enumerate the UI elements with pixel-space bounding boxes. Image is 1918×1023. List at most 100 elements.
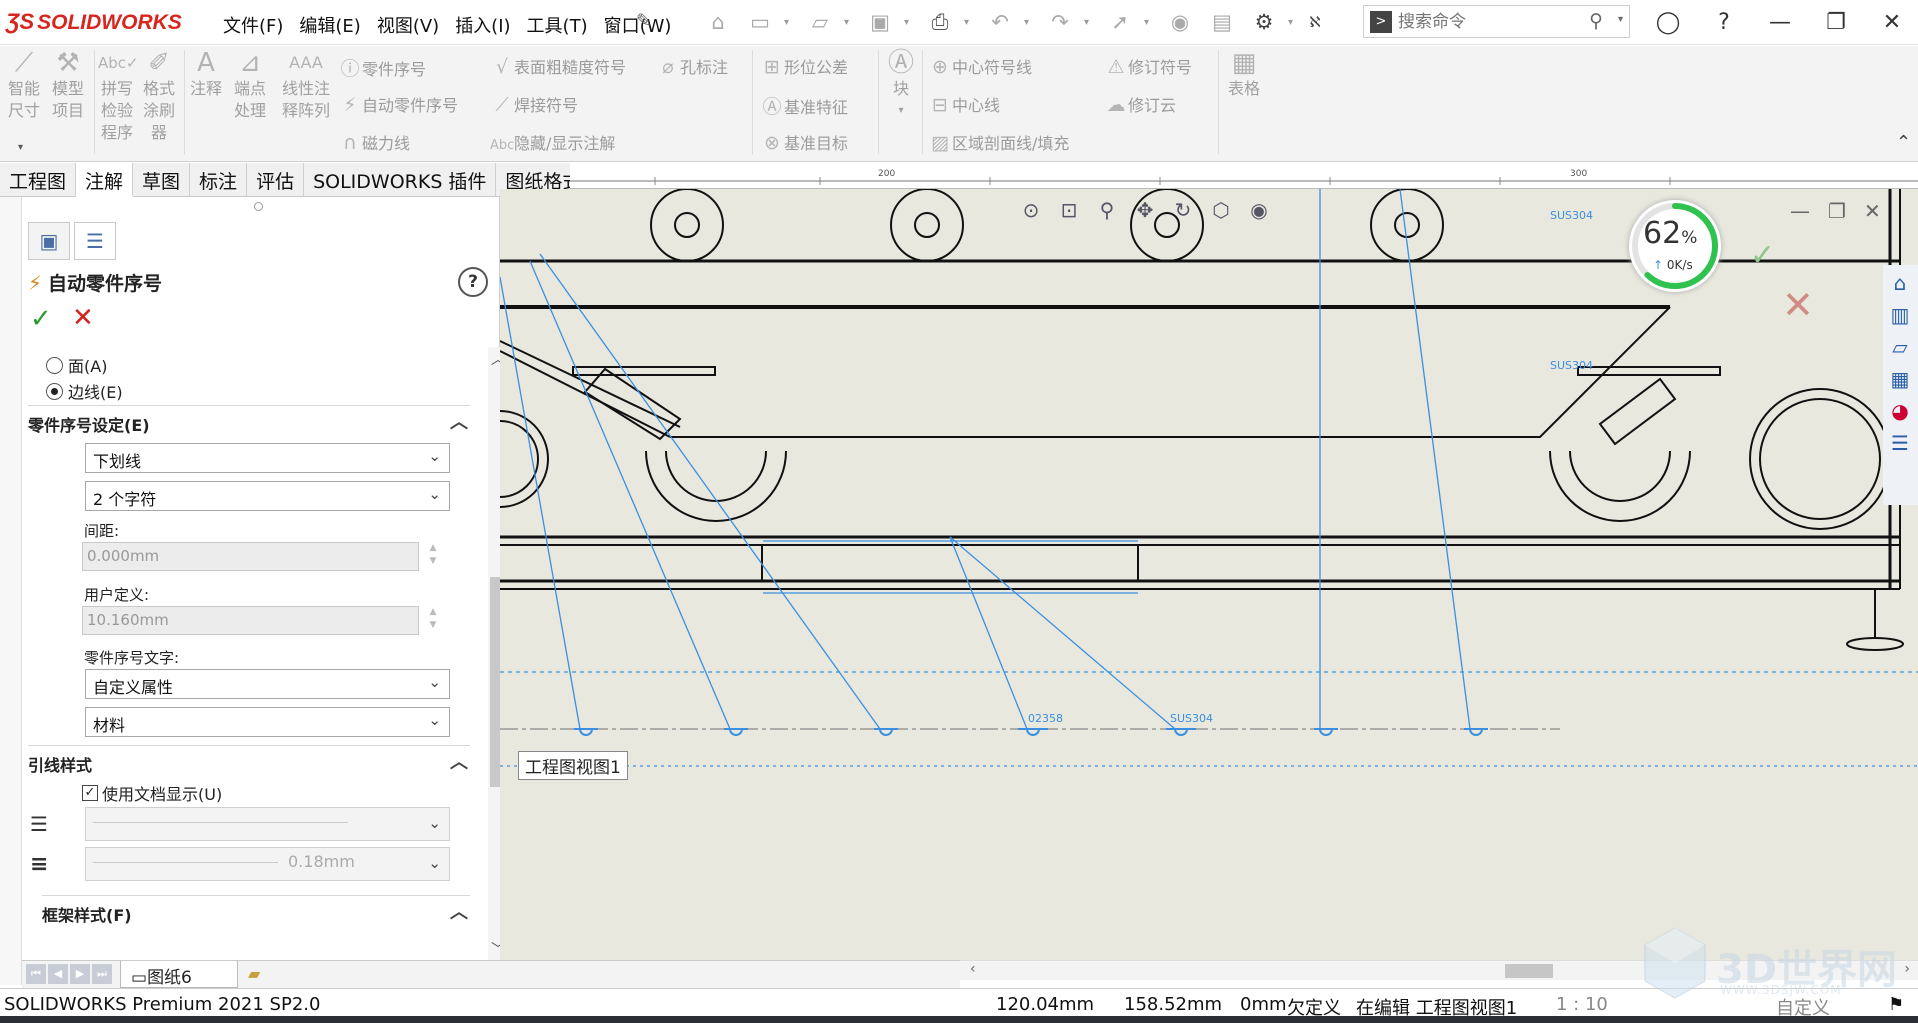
balloon-sus304-mid[interactable]: SUS304: [1550, 359, 1593, 372]
pan-icon[interactable]: ✥: [1129, 195, 1161, 225]
hide-show-annotations-button[interactable]: Abc隐藏/显示注解: [490, 130, 615, 154]
save-icon[interactable]: ▣: [862, 7, 898, 37]
tab-sketch[interactable]: 草图: [133, 163, 191, 197]
revision-cloud-button[interactable]: ☁ 修订云: [1104, 92, 1177, 116]
minimize-button[interactable]: —: [1752, 4, 1808, 40]
network-speed-widget[interactable]: 62% ↑ 0K/s: [1629, 200, 1721, 292]
revision-symbol-button[interactable]: ⚠ 修订符号: [1104, 54, 1192, 78]
search-dropdown-icon[interactable]: ▾: [1618, 14, 1623, 25]
drawing-view-graphics[interactable]: 02358 SUS304 SUS304 SUS304: [500, 189, 1918, 960]
linear-note-pattern-button[interactable]: AAA 线性注 释阵列: [276, 48, 336, 122]
menu-insert[interactable]: 插入(I): [447, 10, 518, 40]
spacing-spinner[interactable]: ▲ ▼: [422, 542, 444, 571]
redo-dropdown-icon[interactable]: ▾: [1084, 17, 1096, 28]
options-gear-icon[interactable]: ⚙: [1246, 7, 1282, 37]
collapse-chevron-icon[interactable]: ︿: [450, 898, 468, 924]
undo-icon[interactable]: ↶: [982, 7, 1018, 37]
user-defined-input[interactable]: 10.160mm: [82, 606, 419, 635]
view-palette-icon[interactable]: ▦: [1885, 363, 1915, 393]
radio-face[interactable]: 面(A): [46, 353, 107, 377]
tab-markup[interactable]: 标注: [190, 163, 248, 197]
balloon-02358[interactable]: 02358: [1028, 712, 1063, 725]
line-weight-select[interactable]: 0.18mm ⌄: [85, 847, 450, 881]
menu-edit[interactable]: 编辑(E): [291, 10, 368, 40]
file-properties-icon[interactable]: ▤: [1204, 7, 1240, 37]
open-icon[interactable]: ▱: [802, 7, 838, 37]
home-icon[interactable]: ⌂: [700, 7, 736, 37]
block-button[interactable]: Ⓐ 块 ▾: [884, 48, 918, 122]
property-manager-tab[interactable]: ☰: [74, 222, 116, 260]
print-icon[interactable]: ⎙: [922, 7, 958, 37]
search-icon[interactable]: ⚲: [1589, 10, 1603, 32]
confirm-corner-ok-icon[interactable]: ✓: [1750, 238, 1775, 273]
last-sheet-icon[interactable]: ⏭: [92, 964, 112, 984]
sheet-tab[interactable]: ▭图纸6: [120, 961, 238, 988]
balloon-button[interactable]: ⓘ 零件序号: [338, 54, 426, 81]
prev-sheet-icon[interactable]: ◀: [48, 964, 68, 984]
rebuild-icon[interactable]: ◉: [1162, 7, 1198, 37]
balloon-settings-header[interactable]: 零件序号设定(E) ︿: [28, 405, 470, 437]
centerline-button[interactable]: ⊟ 中心线: [928, 92, 1000, 116]
property-select[interactable]: 材料 ⌄: [85, 707, 450, 737]
user-defined-spinner[interactable]: ▲ ▼: [422, 606, 444, 635]
redo-icon[interactable]: ↷: [1042, 7, 1078, 37]
file-explorer-icon[interactable]: ▱: [1885, 331, 1915, 361]
status-scale[interactable]: 1 : 10: [1556, 994, 1608, 1015]
select-dropdown-icon[interactable]: ▾: [1144, 17, 1156, 28]
radio-edge-circle[interactable]: [46, 382, 63, 400]
area-hatch-button[interactable]: ▨ 区域剖面线/填充: [928, 130, 1069, 154]
first-sheet-icon[interactable]: ⏮: [26, 964, 46, 984]
collapse-chevron-icon[interactable]: ︿: [450, 408, 468, 434]
confirm-corner-cancel-icon[interactable]: ✕: [1782, 283, 1814, 327]
menu-tools[interactable]: 工具(T): [519, 10, 596, 40]
drawing-view-label[interactable]: 工程图视图1: [518, 751, 628, 780]
next-sheet-icon[interactable]: ▶: [70, 964, 90, 984]
design-library-icon[interactable]: ▥: [1885, 299, 1915, 329]
horizontal-scroll-thumb[interactable]: [1505, 964, 1553, 978]
close-button[interactable]: ✕: [1864, 4, 1918, 40]
tab-evaluate[interactable]: 评估: [247, 163, 305, 197]
center-mark-button[interactable]: ⊕ 中心符号线: [928, 54, 1032, 78]
ribbon-dropdown-icon[interactable]: ▾: [18, 142, 23, 153]
note-button[interactable]: A 注释: [188, 48, 224, 100]
help-button[interactable]: ?: [458, 267, 488, 297]
hole-callout-button[interactable]: ⌀ 孔标注: [656, 54, 728, 78]
radio-face-circle[interactable]: [46, 356, 63, 374]
zoom-to-fit-icon[interactable]: ⊙: [1015, 195, 1047, 225]
collapse-chevron-icon[interactable]: ︿: [450, 748, 468, 774]
gtol-button[interactable]: ⊞ 形位公差: [760, 54, 848, 78]
balloon-size-select[interactable]: 2 个字符 ⌄: [85, 481, 450, 511]
use-doc-display-checkbox[interactable]: ✓ 使用文档显示(U): [82, 781, 222, 805]
undo-dropdown-icon[interactable]: ▾: [1024, 17, 1036, 28]
custom-properties-icon[interactable]: ☰: [1885, 427, 1915, 457]
smart-dimension-button[interactable]: ⟋ 智能 尺寸: [6, 48, 42, 122]
lightning-icon[interactable]: ℵ: [1306, 7, 1324, 37]
collapse-ribbon-icon[interactable]: ⌃: [1896, 132, 1911, 153]
save-dropdown-icon[interactable]: ▾: [904, 17, 916, 28]
panel-splitter-handle[interactable]: [254, 202, 263, 211]
doc-minimize-icon[interactable]: —: [1790, 199, 1810, 223]
solidworks-resources-icon[interactable]: ⌂: [1885, 267, 1915, 297]
rotate-icon[interactable]: ↻: [1167, 195, 1199, 225]
magnetic-line-button[interactable]: ∩ 磁力线: [338, 130, 410, 154]
user-account-icon[interactable]: ◯: [1640, 4, 1696, 40]
new-icon[interactable]: ▭: [742, 7, 778, 37]
block-dropdown-icon[interactable]: ▾: [884, 100, 918, 122]
frame-style-header[interactable]: 框架样式(F) ︿: [42, 895, 470, 927]
drawing-canvas[interactable]: 02358 SUS304 SUS304 SUS304 工程图视图1: [500, 189, 1918, 960]
spell-check-button[interactable]: Abc✓ 拼写 检验 程序: [98, 48, 139, 144]
app-logo[interactable]: ƷS SOLIDWORKS: [6, 9, 182, 35]
leader-style-header[interactable]: 引线样式 ︿: [28, 745, 470, 777]
radio-edge[interactable]: 边线(E): [46, 379, 123, 403]
weld-symbol-button[interactable]: ⟋ 焊接符号: [490, 92, 578, 116]
select-icon[interactable]: ➚: [1102, 7, 1138, 37]
model-items-button[interactable]: ⚒ 模型 项目: [48, 48, 88, 122]
new-dropdown-icon[interactable]: ▾: [784, 17, 796, 28]
doc-restore-icon[interactable]: ❐: [1828, 199, 1846, 223]
line-style-select[interactable]: ⌄: [85, 807, 450, 841]
surface-finish-button[interactable]: √ 表面粗糙度符号: [490, 54, 626, 78]
zoom-icon[interactable]: ⚲: [1091, 195, 1123, 225]
view-orientation-icon[interactable]: ⬡: [1205, 195, 1237, 225]
cancel-button[interactable]: ✕: [72, 303, 94, 333]
hide-show-items-icon[interactable]: ◉: [1243, 195, 1275, 225]
